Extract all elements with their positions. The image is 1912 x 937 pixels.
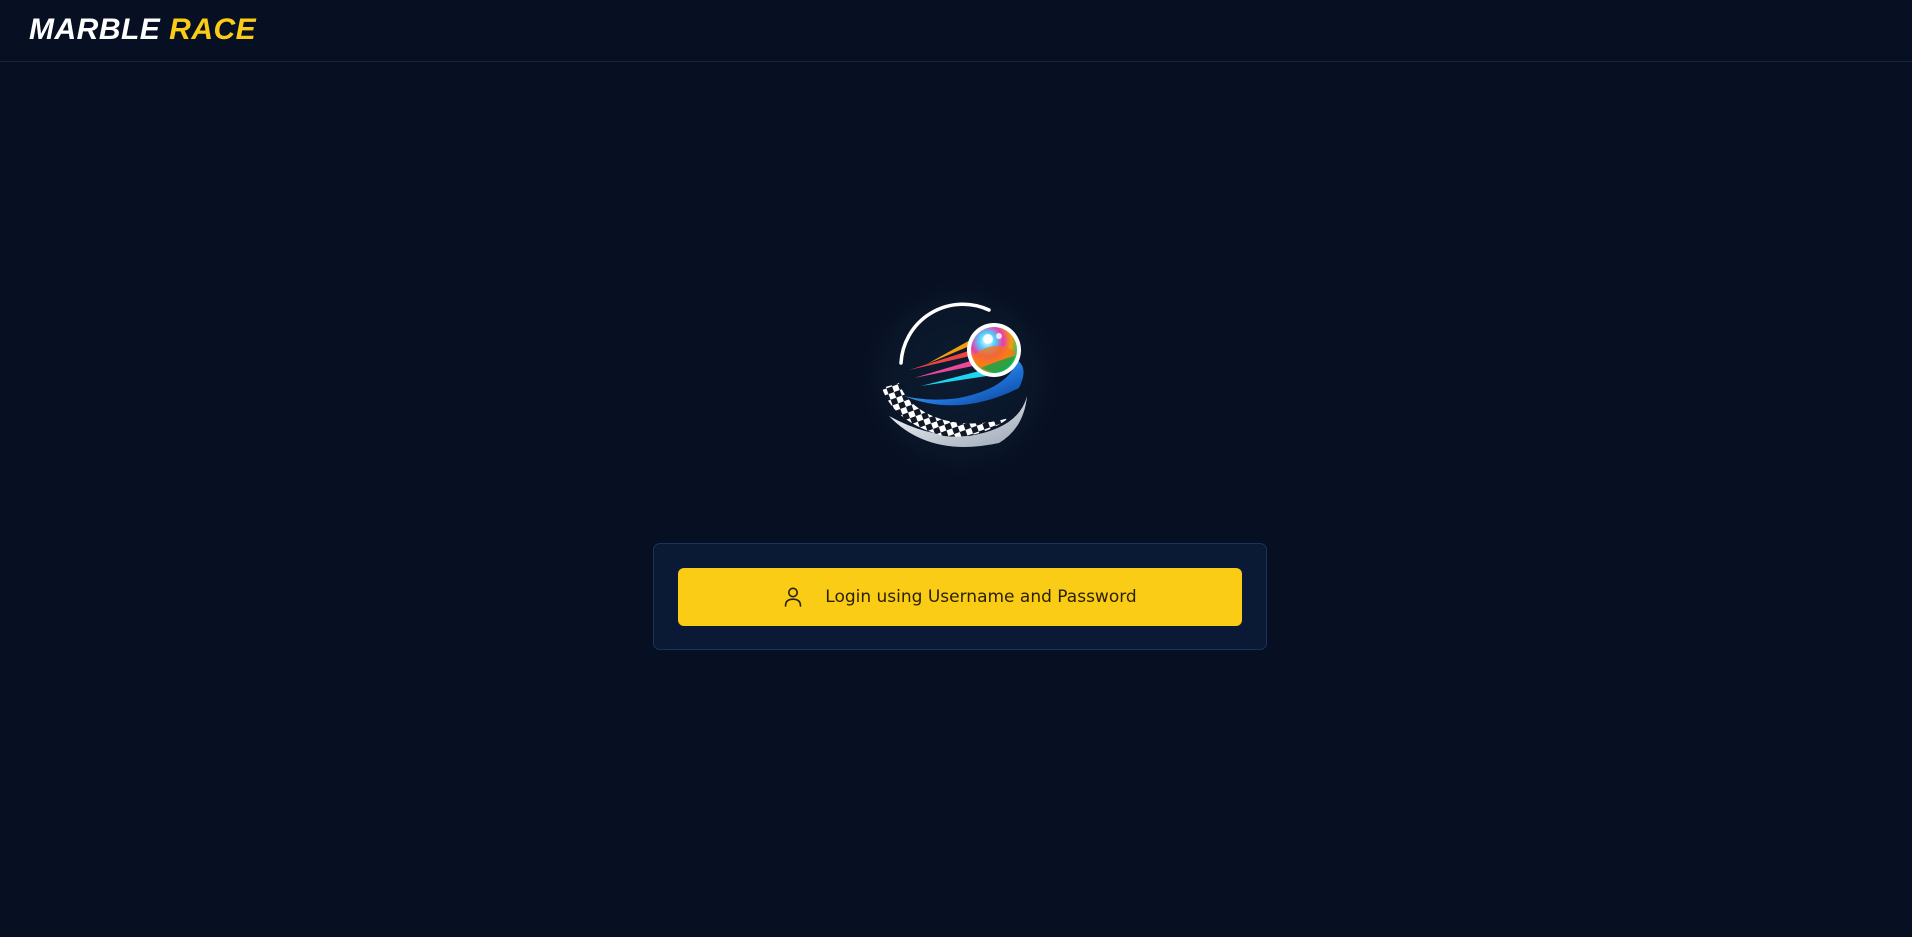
brand-logo-text[interactable]: MARBLE RACE — [29, 12, 256, 48]
login-card: Login using Username and Password — [653, 543, 1267, 650]
login-button-label: Login using Username and Password — [825, 587, 1137, 607]
marble-race-logo — [849, 268, 1071, 490]
brand-word-marble: MARBLE — [29, 13, 161, 46]
top-bar: MARBLE RACE — [0, 0, 1912, 62]
login-username-password-button[interactable]: Login using Username and Password — [678, 568, 1242, 626]
user-icon — [784, 587, 802, 607]
brand-word-race: RACE — [169, 13, 257, 46]
marble-race-logo-icon — [850, 269, 1070, 489]
